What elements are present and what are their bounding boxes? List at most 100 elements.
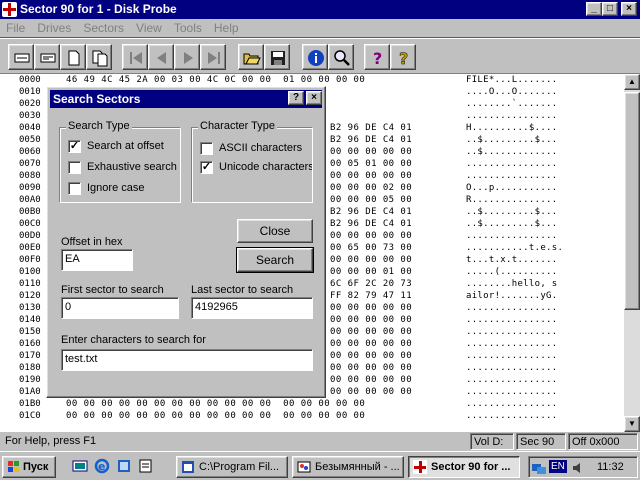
menu-view[interactable]: View (130, 19, 168, 35)
first-sector-input[interactable]: 0 (61, 297, 179, 319)
dialog-help-button[interactable]: ? (288, 91, 304, 105)
hex-bytes[interactable]: 00 00 00 00 00 (330, 254, 412, 266)
scroll-down-icon[interactable]: ▼ (624, 416, 640, 432)
hex-ascii[interactable]: ................ (466, 302, 558, 314)
hex-ascii[interactable]: ..$............. (466, 146, 558, 158)
menu-sectors[interactable]: Sectors (77, 19, 130, 35)
next-sector-button[interactable] (174, 44, 200, 70)
hex-bytes[interactable]: 00 00 00 00 00 (330, 170, 412, 182)
hex-ascii[interactable]: ................ (466, 158, 558, 170)
hex-ascii[interactable]: ................ (466, 314, 558, 326)
hex-ascii[interactable]: ..$.........$... (466, 134, 558, 146)
hex-bytes[interactable]: 00 00 00 00 00 (330, 230, 412, 242)
clock[interactable]: 11:32 (597, 461, 624, 473)
hex-bytes[interactable]: 46 49 4C 45 2A 00 03 00 4C 0C 00 00 01 0… (66, 74, 365, 86)
menu-file[interactable]: File (0, 19, 31, 35)
maximize-button[interactable]: □ (602, 2, 618, 16)
save-button[interactable] (264, 44, 290, 70)
dialog-title-bar[interactable]: Search Sectors ? × (50, 90, 322, 108)
checkbox-search-at-offset[interactable]: ✓ (68, 140, 81, 153)
hex-bytes[interactable]: B2 96 DE C4 01 (330, 122, 412, 134)
hex-bytes[interactable]: 00 00 00 00 00 (330, 314, 412, 326)
hex-ascii[interactable]: ................ (466, 326, 558, 338)
search-button[interactable] (328, 44, 354, 70)
hex-bytes[interactable]: 00 00 00 00 00 (330, 146, 412, 158)
hex-bytes[interactable]: 00 00 00 00 00 (330, 350, 412, 362)
hex-bytes[interactable]: 00 00 00 00 00 00 00 00 00 00 00 00 00 0… (66, 410, 365, 422)
hex-ascii[interactable]: ailor!.......yG. (466, 290, 558, 302)
language-indicator[interactable]: EN (549, 460, 567, 473)
hex-ascii[interactable]: ..$.........$... (466, 206, 558, 218)
info-button[interactable] (302, 44, 328, 70)
hex-bytes[interactable]: 00 00 00 00 00 (330, 302, 412, 314)
hex-ascii[interactable]: ................ (466, 362, 558, 374)
hex-bytes[interactable]: 00 05 01 00 00 (330, 158, 412, 170)
hex-ascii[interactable]: ................ (466, 350, 558, 362)
hex-ascii[interactable]: ................ (466, 410, 558, 422)
hex-bytes[interactable]: 00 00 00 05 00 (330, 194, 412, 206)
menu-help[interactable]: Help (208, 19, 245, 35)
unicode-characters-checkbox[interactable]: ✓ Unicode characters (200, 161, 312, 175)
hex-ascii[interactable]: ................ (466, 230, 558, 242)
hex-ascii[interactable]: R............... (466, 194, 558, 206)
menu-tools[interactable]: Tools (168, 19, 208, 35)
prev-sector-button[interactable] (148, 44, 174, 70)
hex-bytes[interactable]: B2 96 DE C4 01 (330, 218, 412, 230)
hex-bytes[interactable]: 00 00 00 00 00 (330, 338, 412, 350)
last-sector-button[interactable] (200, 44, 226, 70)
hex-bytes[interactable]: 00 00 00 00 00 (330, 326, 412, 338)
search-submit-button[interactable]: Search (236, 247, 314, 273)
hex-bytes[interactable]: 6C 6F 2C 20 73 (330, 278, 412, 290)
hex-ascii[interactable]: .....(.......... (466, 266, 558, 278)
hex-ascii[interactable]: ................ (466, 398, 558, 410)
hex-bytes[interactable]: 00 00 00 00 00 (330, 386, 412, 398)
hex-bytes[interactable]: FF 82 79 47 11 (330, 290, 412, 302)
chars-input[interactable]: test.txt (61, 349, 313, 371)
hex-bytes[interactable]: B2 96 DE C4 01 (330, 206, 412, 218)
scroll-thumb[interactable] (624, 92, 640, 310)
context-help-button[interactable]: ? (390, 44, 416, 70)
open-sector-button[interactable] (8, 44, 34, 70)
checkbox-ascii[interactable] (200, 142, 213, 155)
task-disk-probe[interactable]: Sector 90 for ... (408, 456, 520, 478)
task-program-files[interactable]: C:\Program Fil... (176, 456, 288, 478)
hex-ascii[interactable]: H..........$.... (466, 122, 558, 134)
hex-ascii[interactable]: ................ (466, 374, 558, 386)
start-button[interactable]: Пуск (2, 456, 56, 478)
dialog-close-button[interactable]: × (306, 91, 322, 105)
hex-ascii[interactable]: ........hello, s (466, 278, 558, 290)
title-bar[interactable]: Sector 90 for 1 - Disk Probe _ □ × (0, 0, 640, 19)
last-sector-input[interactable]: 4192965 (191, 297, 313, 319)
checkbox-exhaustive-search[interactable] (68, 161, 81, 174)
hex-ascii[interactable]: ....O...O....... (466, 86, 558, 98)
hex-ascii[interactable]: ..$.........$... (466, 218, 558, 230)
close-button[interactable]: Close (237, 219, 313, 243)
hex-bytes[interactable]: 00 00 00 00 00 00 00 00 00 00 00 00 00 0… (66, 398, 365, 410)
hex-bytes[interactable]: 00 00 00 02 00 (330, 182, 412, 194)
hex-ascii[interactable]: O...p........... (466, 182, 558, 194)
hex-bytes[interactable]: B2 96 DE C4 01 (330, 134, 412, 146)
help-button[interactable]: ? (364, 44, 390, 70)
hex-ascii[interactable]: ................ (466, 338, 558, 350)
hex-ascii[interactable]: FILE*...L....... (466, 74, 558, 86)
checkbox-ignore-case[interactable] (68, 182, 81, 195)
menu-drives[interactable]: Drives (31, 19, 77, 35)
hex-bytes[interactable]: 00 00 00 01 00 (330, 266, 412, 278)
hex-ascii[interactable]: t...t.x.t....... (466, 254, 558, 266)
hex-ascii[interactable]: ................ (466, 170, 558, 182)
minimize-button[interactable]: _ (586, 2, 602, 16)
hex-ascii[interactable]: ................ (466, 110, 558, 122)
first-sector-button[interactable] (122, 44, 148, 70)
hex-bytes[interactable]: 00 65 00 73 00 (330, 242, 412, 254)
app-icon[interactable] (2, 2, 17, 17)
hex-bytes[interactable]: 00 00 00 00 00 (330, 374, 412, 386)
read-sector-button[interactable] (34, 44, 60, 70)
hex-ascii[interactable]: ...........t.e.s. (466, 242, 563, 254)
scroll-up-icon[interactable]: ▲ (624, 74, 640, 90)
vertical-scrollbar[interactable]: ▲ ▼ (624, 74, 640, 432)
hex-ascii[interactable]: ........`....... (466, 98, 558, 110)
checkbox-unicode[interactable]: ✓ (200, 161, 213, 174)
open-file-button[interactable] (238, 44, 264, 70)
close-window-button[interactable]: × (621, 2, 637, 16)
write-sector-button[interactable] (60, 44, 86, 70)
